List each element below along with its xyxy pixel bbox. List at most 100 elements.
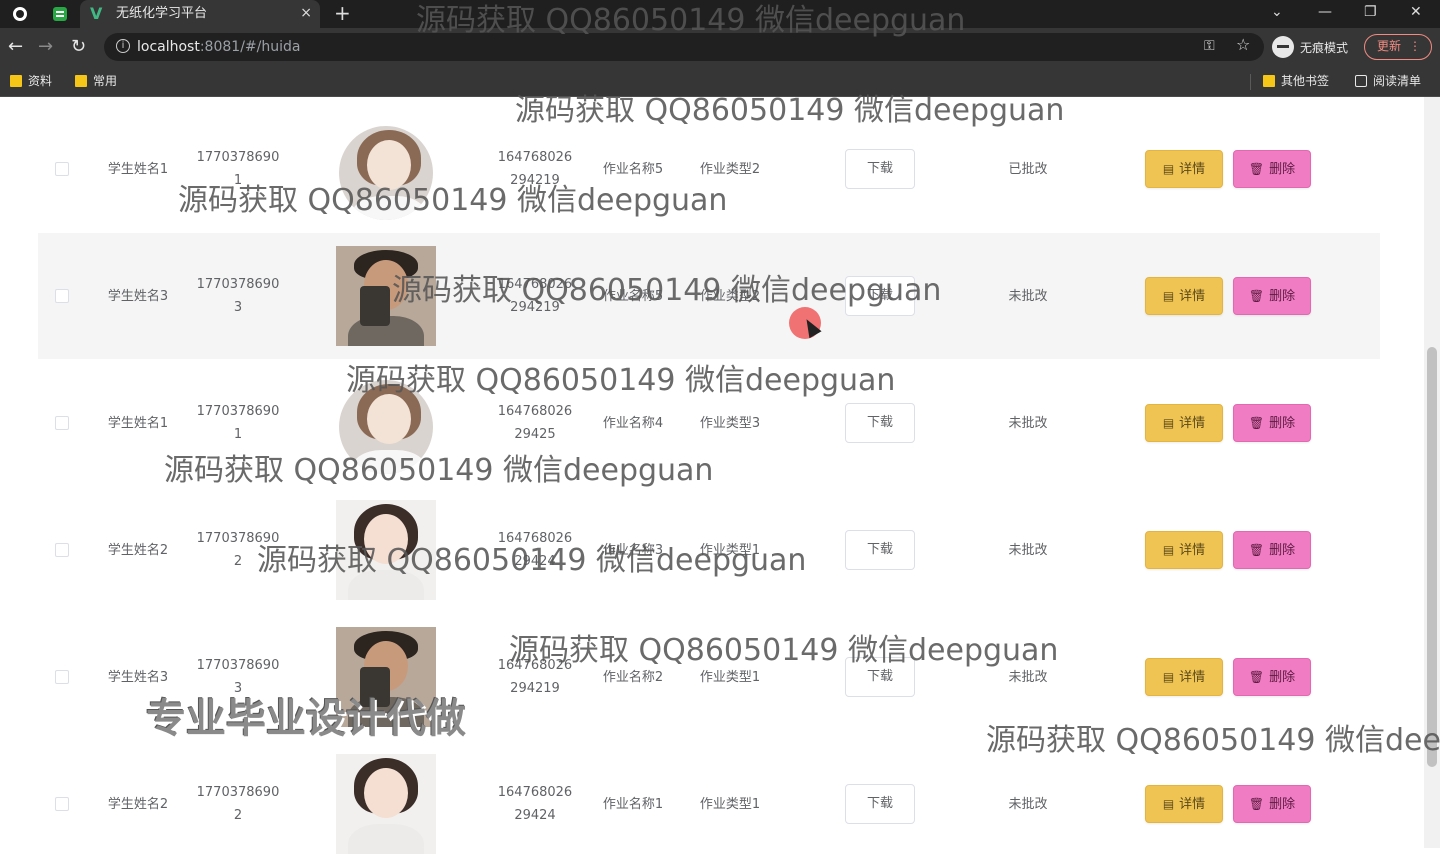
document-icon: ▤ (1162, 162, 1175, 176)
detail-button[interactable]: ▤ 详情 (1145, 150, 1223, 188)
submit-time-cell: 164768026294219 (497, 658, 573, 696)
delete-button[interactable]: 🗑 删除 (1233, 277, 1311, 315)
homework-type-cell: 作业类型3 (699, 415, 761, 431)
reload-icon[interactable]: ↻ (71, 36, 86, 58)
submit-time-cell: 16476802629424 (497, 785, 573, 823)
review-status-cell: 未批改 (1008, 288, 1048, 304)
close-window-icon[interactable]: ✕ (1410, 2, 1422, 22)
delete-button[interactable]: 🗑 删除 (1233, 658, 1311, 696)
download-button[interactable]: 下载 (845, 276, 915, 316)
table-row: 学生姓名2 17703786902 16476802629424 作业名称3 作业类型1… (38, 487, 1380, 613)
other-bookmarks[interactable]: 其他书签 (1263, 73, 1329, 89)
avatar-shape (360, 667, 390, 707)
delete-label: 删除 (1269, 543, 1296, 558)
download-button[interactable]: 下载 (845, 530, 915, 570)
student-avatar (339, 126, 433, 220)
page-content: 学生姓名1 17703786901 164768026294219 作业名称5 作业类型… (0, 97, 1440, 854)
scrollbar-thumb[interactable] (1427, 347, 1437, 767)
student-name-cell: 学生姓名3 (107, 669, 169, 685)
row-checkbox[interactable] (55, 670, 69, 684)
homework-name-cell: 作业名称3 (602, 542, 664, 558)
trash-icon: 🗑 (1248, 543, 1265, 557)
other-bookmarks-label: 其他书签 (1281, 74, 1330, 88)
active-tab[interactable]: V 无纸化学习平台 × (80, 0, 320, 28)
delete-button[interactable]: 🗑 删除 (1233, 404, 1311, 442)
row-checkbox[interactable] (55, 162, 69, 176)
submit-time-cell: 16476802629425 (497, 404, 573, 442)
minimize-icon[interactable]: — (1318, 2, 1332, 22)
incognito-indicator[interactable]: 无痕模式 (1272, 36, 1348, 58)
student-name-cell: 学生姓名3 (107, 288, 169, 304)
bookmark-label: 常用 (93, 74, 118, 88)
delete-button[interactable]: 🗑 删除 (1233, 531, 1311, 569)
page-scrollbar[interactable] (1424, 97, 1440, 848)
url-text[interactable]: localhost:8081/#/huida (137, 38, 300, 56)
trash-icon: 🗑 (1248, 416, 1265, 430)
bookmark-folder-ziliao[interactable]: 资料 (10, 73, 52, 89)
reading-list-icon (1355, 75, 1367, 87)
new-tab-button[interactable]: + (334, 2, 351, 24)
download-button[interactable]: 下载 (845, 657, 915, 697)
delete-label: 删除 (1269, 162, 1296, 177)
avatar-shape (367, 140, 411, 190)
folder-icon (10, 75, 22, 87)
menu-dots-icon[interactable]: ⋮ (1409, 35, 1421, 57)
folder-icon (1263, 75, 1275, 87)
update-label: 更新 (1377, 39, 1402, 53)
detail-button[interactable]: ▤ 详情 (1145, 785, 1223, 823)
tab-search-icon[interactable]: ⌄ (1271, 2, 1283, 22)
download-button[interactable]: 下载 (845, 403, 915, 443)
detail-label: 详情 (1179, 797, 1206, 812)
reading-list[interactable]: 阅读清单 (1355, 73, 1421, 89)
delete-button[interactable]: 🗑 删除 (1233, 785, 1311, 823)
back-icon[interactable]: ← (8, 36, 23, 58)
password-key-icon[interactable]: ⚿ (1204, 36, 1215, 56)
detail-button[interactable]: ▤ 详情 (1145, 404, 1223, 442)
pinned-tab-icon[interactable] (50, 4, 70, 24)
delete-button[interactable]: 🗑 删除 (1233, 150, 1311, 188)
avatar-shape (351, 450, 427, 474)
submit-time-cell: 16476802629424 (497, 531, 573, 569)
download-button[interactable]: 下载 (845, 784, 915, 824)
student-id-cell: 17703786903 (196, 277, 280, 315)
student-avatar (336, 246, 436, 346)
site-info-icon[interactable]: i (116, 39, 130, 53)
student-avatar (339, 380, 433, 474)
row-checkbox[interactable] (55, 416, 69, 430)
browser-profile-icon[interactable] (10, 4, 30, 24)
delete-label: 删除 (1269, 797, 1296, 812)
document-icon: ▤ (1162, 797, 1175, 811)
trash-icon: 🗑 (1248, 670, 1265, 684)
table-row: 学生姓名1 17703786901 164768026294219 作业名称5 作业类型… (38, 106, 1380, 232)
homework-type-cell: 作业类型1 (699, 542, 761, 558)
avatar-shape (348, 824, 424, 854)
table-row: 学生姓名1 17703786901 16476802629425 作业名称4 作业类型3… (38, 360, 1380, 486)
tab-close-icon[interactable]: × (300, 4, 312, 22)
forward-icon[interactable]: → (38, 36, 53, 58)
bookmark-star-icon[interactable]: ☆ (1236, 35, 1250, 55)
download-button[interactable]: 下载 (845, 149, 915, 189)
bookmark-folder-changyong[interactable]: 常用 (75, 73, 117, 89)
row-checkbox[interactable] (55, 797, 69, 811)
row-checkbox[interactable] (55, 289, 69, 303)
detail-label: 详情 (1179, 416, 1206, 431)
incognito-label: 无痕模式 (1300, 40, 1349, 55)
review-status-cell: 未批改 (1008, 796, 1048, 812)
reading-list-label: 阅读清单 (1373, 74, 1422, 88)
detail-button[interactable]: ▤ 详情 (1145, 277, 1223, 315)
browser-tab-bar: V 无纸化学习平台 × + ⌄ — ❐ ✕ (0, 0, 1440, 28)
detail-button[interactable]: ▤ 详情 (1145, 531, 1223, 569)
homework-name-cell: 作业名称2 (602, 669, 664, 685)
document-icon: ▤ (1162, 289, 1175, 303)
address-bar[interactable]: i localhost:8081/#/huida (104, 33, 1264, 61)
trash-icon: 🗑 (1248, 162, 1265, 176)
row-checkbox[interactable] (55, 543, 69, 557)
update-button[interactable]: 更新 ⋮ (1364, 34, 1432, 60)
delete-label: 删除 (1269, 416, 1296, 431)
restore-icon[interactable]: ❐ (1364, 2, 1377, 22)
homework-name-cell: 作业名称5 (602, 161, 664, 177)
student-avatar (336, 754, 436, 854)
trash-icon: 🗑 (1248, 797, 1265, 811)
detail-button[interactable]: ▤ 详情 (1145, 658, 1223, 696)
review-status-cell: 未批改 (1008, 415, 1048, 431)
